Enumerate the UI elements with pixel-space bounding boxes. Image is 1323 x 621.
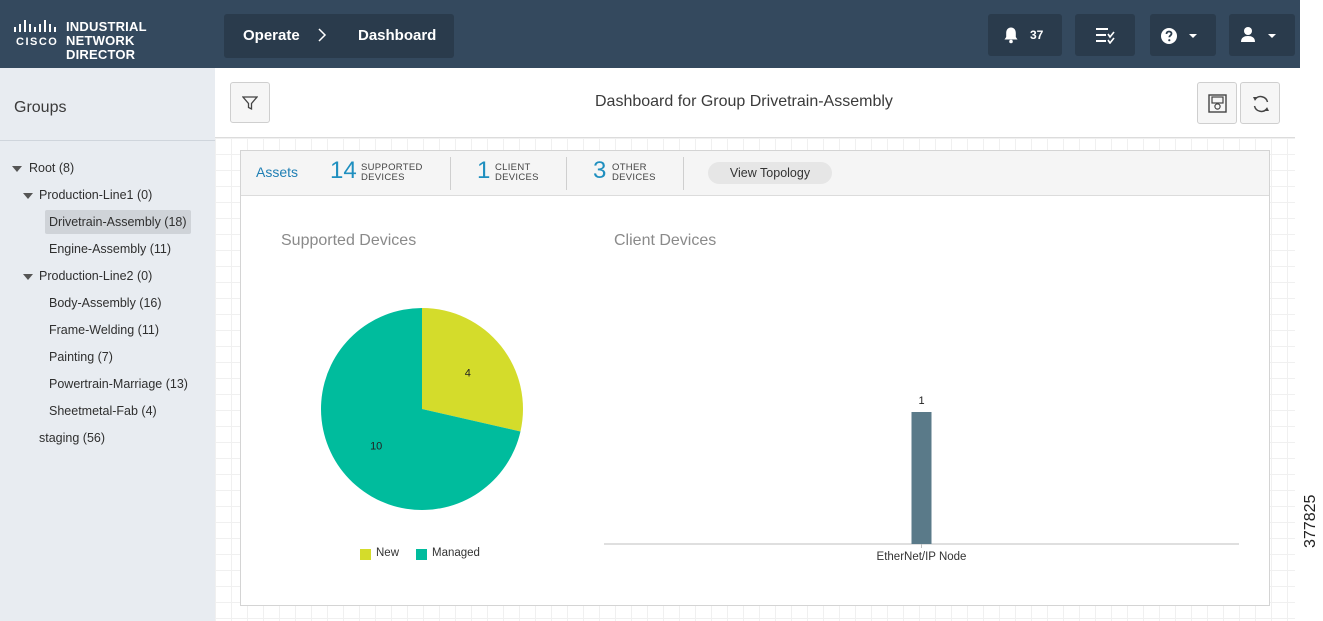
tree-item-body-assembly[interactable]: Body-Assembly (16)	[49, 291, 162, 315]
charts-canvas: 4 10 1 EtherNet/IP Node	[321, 308, 1239, 563]
tree-item-drivetrain-assembly[interactable]: Drivetrain-Assembly (18)	[45, 210, 191, 234]
app-name: INDUSTRIAL NETWORK DIRECTOR	[66, 20, 199, 62]
app-name-line2: NETWORK DIRECTOR	[66, 33, 136, 62]
user-icon	[1241, 27, 1255, 42]
caret-down-icon[interactable]	[23, 274, 33, 280]
alerts-count: 37	[1030, 28, 1044, 42]
tree-item-engine-assembly[interactable]: Engine-Assembly (11)	[49, 237, 171, 261]
dashboard-main: Dashboard for Group Drivetrain-Assembly …	[215, 68, 1300, 621]
bar-category-label: EtherNet/IP Node	[877, 551, 967, 563]
breadcrumb-operate[interactable]: Operate	[243, 27, 300, 44]
bar-value-label: 1	[918, 395, 924, 407]
help-icon	[1161, 28, 1177, 44]
help-button[interactable]	[1150, 14, 1216, 56]
tree-item-sheetmetal-fab[interactable]: Sheetmetal-Fab (4)	[49, 399, 157, 423]
refresh-icon	[1253, 95, 1269, 113]
chevron-down-icon	[1268, 34, 1276, 38]
bar-0	[911, 412, 932, 544]
refresh-button[interactable]	[1240, 82, 1280, 124]
filter-icon	[242, 96, 258, 111]
legend-swatch-new	[360, 549, 371, 560]
bell-icon	[1004, 27, 1018, 44]
tasks-icon	[1096, 28, 1115, 44]
cisco-wordmark: CISCO	[16, 36, 59, 48]
sidebar-divider	[0, 140, 215, 141]
save-dashboard-button[interactable]	[1197, 82, 1237, 124]
legend-swatch-managed	[416, 549, 427, 560]
save-icon	[1208, 94, 1227, 113]
tree-item-production-line2[interactable]: Production-Line2 (0)	[39, 264, 152, 288]
caret-down-icon[interactable]	[12, 166, 22, 172]
alerts-button[interactable]: 37	[988, 14, 1062, 56]
dashboard-header: Dashboard for Group Drivetrain-Assembly	[215, 68, 1295, 138]
tree-item-painting[interactable]: Painting (7)	[49, 345, 113, 369]
legend-label-new: New	[376, 547, 400, 559]
legend-label-managed: Managed	[432, 547, 480, 559]
tree-item-staging[interactable]: staging (56)	[39, 426, 105, 450]
figure-id: 377825	[1302, 494, 1319, 548]
filter-button[interactable]	[230, 82, 270, 123]
tree-item-frame-welding[interactable]: Frame-Welding (11)	[49, 318, 159, 342]
tasks-button[interactable]	[1075, 14, 1135, 56]
breadcrumb-dashboard[interactable]: Dashboard	[358, 27, 436, 44]
caret-down-icon[interactable]	[23, 193, 33, 199]
cisco-logo[interactable]: CISCO INDUSTRIAL NETWORK DIRECTOR	[14, 18, 199, 62]
page-title: Dashboard for Group Drivetrain-Assembly	[595, 93, 893, 110]
breadcrumb: Operate Dashboard	[224, 14, 454, 58]
cisco-bars-icon	[14, 20, 56, 32]
pie-label-new: 4	[465, 367, 471, 379]
top-bar: CISCO INDUSTRIAL NETWORK DIRECTOR Operat…	[0, 0, 1300, 68]
user-menu-button[interactable]	[1229, 14, 1295, 56]
tree-item-root[interactable]: Root (8)	[29, 156, 74, 180]
pie-label-managed: 10	[370, 441, 382, 453]
groups-sidebar: Groups Root (8) Production-Line1 (0) Dri…	[0, 68, 215, 621]
tree-item-production-line1[interactable]: Production-Line1 (0)	[39, 183, 152, 207]
sidebar-title: Groups	[14, 99, 67, 116]
tree-item-powertrain-marriage[interactable]: Powertrain-Marriage (13)	[49, 372, 188, 396]
assets-panel: Assets 14 SUPPORTED DEVICES 1 CLIENT DEV…	[240, 150, 1270, 606]
app-name-line1: INDUSTRIAL	[66, 19, 147, 34]
chevron-down-icon	[1189, 34, 1197, 38]
chevron-right-icon	[318, 28, 327, 42]
